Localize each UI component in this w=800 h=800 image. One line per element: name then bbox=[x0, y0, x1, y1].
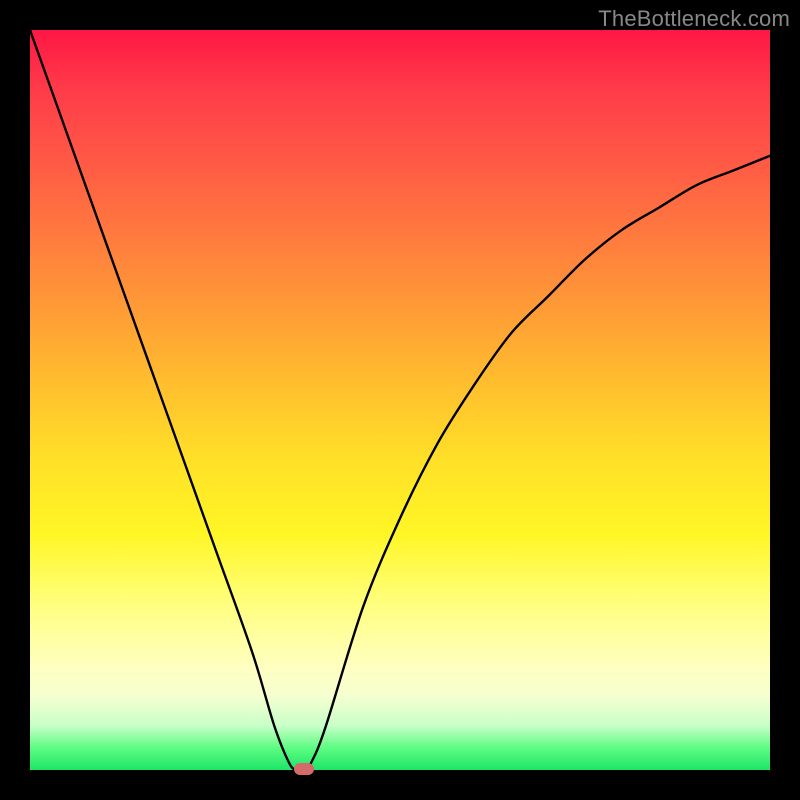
watermark-text: TheBottleneck.com bbox=[598, 6, 790, 32]
chart-frame: TheBottleneck.com bbox=[0, 0, 800, 800]
plot-area bbox=[30, 30, 770, 770]
minimum-marker bbox=[294, 763, 314, 775]
curve-svg bbox=[30, 30, 770, 770]
bottleneck-curve-path bbox=[30, 30, 770, 770]
